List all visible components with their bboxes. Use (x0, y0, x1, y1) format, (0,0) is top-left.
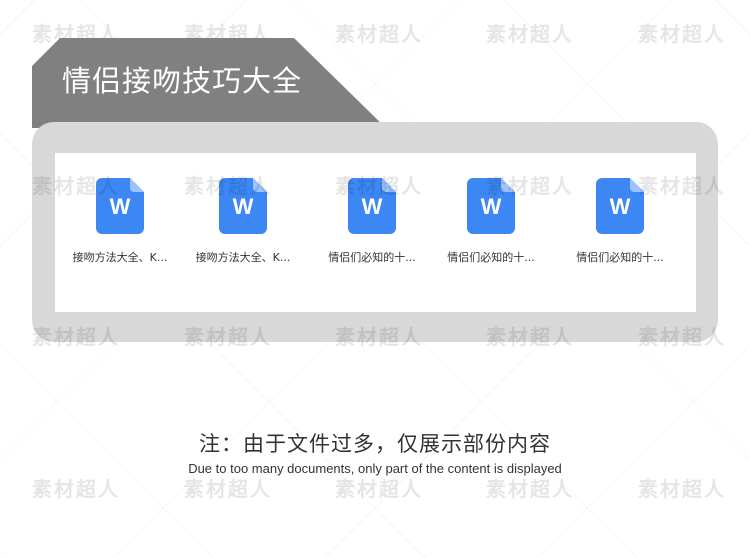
word-document-icon: W (348, 178, 396, 234)
svg-text:W: W (233, 194, 254, 219)
word-document-icon: W (467, 178, 515, 234)
word-document-icon: W (219, 178, 267, 234)
file-item[interactable]: W 情侣们必知的十... (555, 178, 685, 270)
file-name: 接吻方法大全、K... (72, 251, 168, 264)
watermark: 素材超人 (486, 477, 574, 501)
file-name: 情侣们必知的十... (576, 251, 664, 264)
file-item[interactable]: W 接吻方法大全、K... (55, 178, 185, 270)
file-name: 情侣们必知的十... (328, 251, 416, 264)
svg-text:W: W (110, 194, 131, 219)
file-item[interactable]: W 接吻方法大全、K... (178, 178, 308, 270)
folder-title: 情侣接吻技巧大全 (62, 64, 303, 98)
file-item[interactable]: W 情侣们必知的十... (307, 178, 437, 270)
note-chinese: 注：由于文件过多，仅展示部份内容 (199, 432, 551, 456)
file-name: 情侣们必知的十... (447, 251, 535, 264)
word-document-icon: W (96, 178, 144, 234)
watermark: 素材超人 (638, 22, 726, 46)
note-english: Due to too many documents, only part of … (188, 461, 562, 476)
watermark: 素材超人 (184, 477, 272, 501)
svg-text:W: W (610, 194, 631, 219)
word-document-icon: W (596, 178, 644, 234)
watermark: 素材超人 (335, 477, 423, 501)
watermark: 素材超人 (486, 22, 574, 46)
watermark: 素材超人 (335, 22, 423, 46)
watermark: 素材超人 (638, 477, 726, 501)
file-name: 接吻方法大全、K... (195, 251, 291, 264)
file-item[interactable]: W 情侣们必知的十... (426, 178, 556, 270)
watermark: 素材超人 (32, 477, 120, 501)
svg-text:W: W (481, 194, 502, 219)
svg-text:W: W (362, 194, 383, 219)
